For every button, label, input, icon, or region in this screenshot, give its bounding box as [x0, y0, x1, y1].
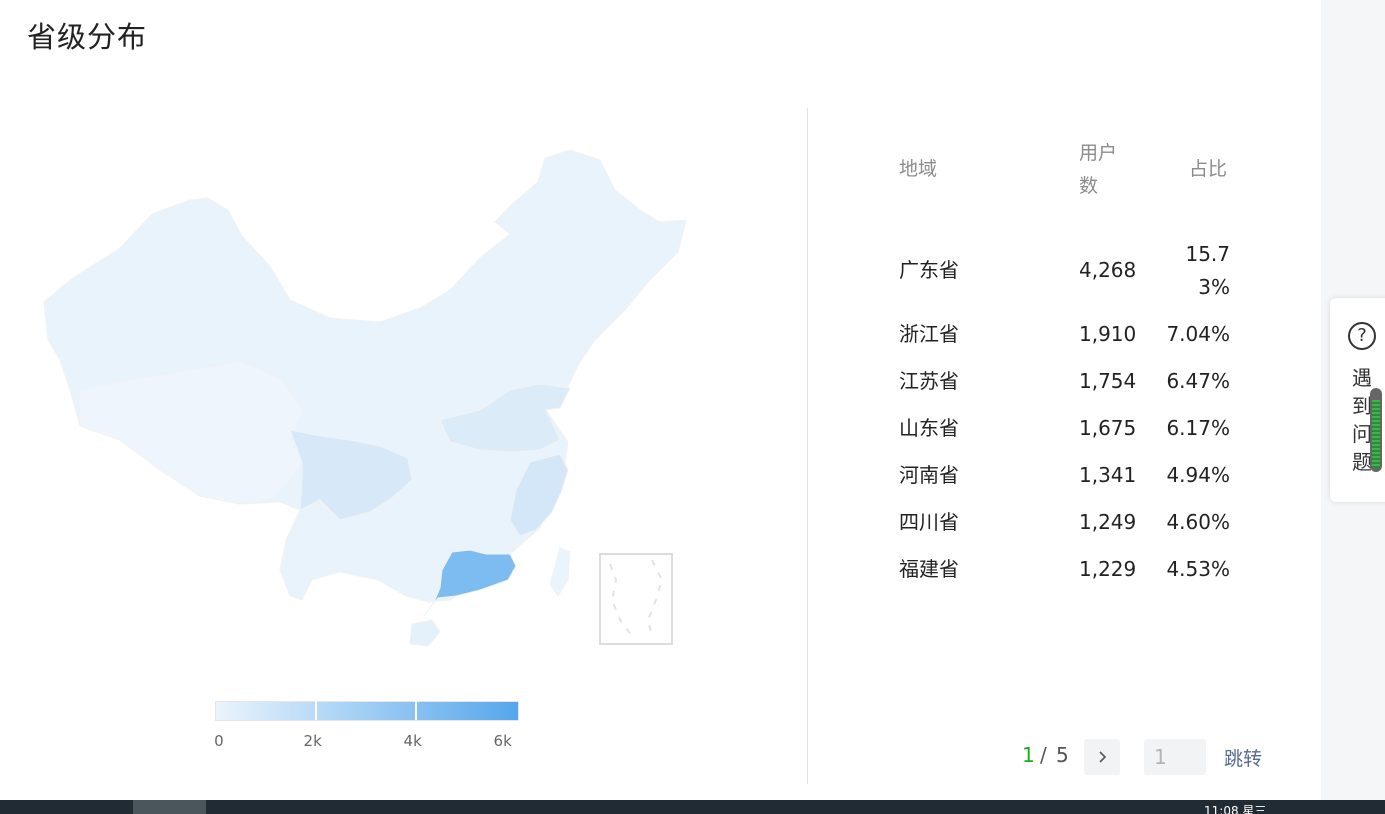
legend-label-0: 0: [214, 732, 224, 750]
color-legend: 0 2k 4k 6k: [214, 700, 519, 756]
table-row-users: 1,249: [1079, 510, 1137, 534]
help-scrollbar[interactable]: [1370, 388, 1382, 472]
chevron-right-icon: [1099, 751, 1107, 763]
table-row-ratio: 4.60%: [1166, 510, 1230, 534]
legend-label-6k: 6k: [493, 732, 512, 750]
china-map[interactable]: [40, 140, 700, 660]
table-row-ratio: 6.17%: [1166, 416, 1230, 440]
legend-label-4k: 4k: [403, 732, 422, 750]
map-region-taiwan: [549, 547, 571, 597]
pager-total-pages: 5: [1056, 743, 1069, 767]
legend-label-2k: 2k: [303, 732, 322, 750]
pager-jump-link[interactable]: 跳转: [1224, 744, 1262, 771]
header-region: 地域: [899, 158, 938, 180]
table-row-region: 河南省: [899, 463, 959, 487]
table-row-ratio-line2: 3%: [1198, 275, 1230, 299]
legend-tick: [415, 701, 417, 720]
taskbar-clock: 11:08 星三: [1204, 804, 1267, 814]
pager-page-input[interactable]: [1144, 739, 1206, 775]
legend-gradient-bar: [215, 701, 519, 721]
map-region-hainan: [409, 619, 441, 647]
table-row-ratio: 6.47%: [1166, 369, 1230, 393]
taskbar: 11:08 星三: [0, 800, 1385, 814]
table-row-region: 四川省: [899, 510, 959, 534]
pager-separator: /: [1040, 743, 1047, 767]
table-row-users: 1,675: [1079, 416, 1137, 440]
page: 省级分布 0 2k 4k 6k 地域 用户 数 占比 广东省 4,268 15.…: [0, 0, 1385, 814]
pager-next-button[interactable]: [1084, 739, 1120, 775]
taskbar-app-button[interactable]: [133, 800, 206, 814]
map-region-west: [79, 361, 303, 505]
table-row-users: 4,268: [1079, 258, 1137, 282]
table-row-users: 1,341: [1079, 463, 1137, 487]
china-map-svg: [43, 149, 687, 647]
legend-tick: [315, 701, 317, 720]
table-row-users: 1,229: [1079, 557, 1137, 581]
table-row-region: 广东省: [899, 258, 959, 282]
help-widget[interactable]: ? 遇到问题: [1330, 298, 1385, 502]
table-row-users: 1,910: [1079, 322, 1137, 346]
question-circle-icon: ?: [1348, 322, 1376, 350]
table-row-ratio: 7.04%: [1166, 322, 1230, 346]
header-ratio: 占比: [1189, 158, 1228, 180]
header-users-line1: 用户: [1079, 142, 1118, 164]
table-row-region: 山东省: [899, 416, 959, 440]
table-row-ratio-line1: 15.7: [1185, 242, 1230, 266]
south-china-sea-lines: [609, 559, 664, 637]
table-row-users: 1,754: [1079, 369, 1137, 393]
main-panel: 省级分布 0 2k 4k 6k 地域 用户 数 占比 广东省 4,268 15.…: [0, 0, 1321, 800]
map-outline: [43, 149, 687, 603]
table-row-ratio: 4.53%: [1166, 557, 1230, 581]
table-row-region: 浙江省: [899, 322, 959, 346]
panel-divider: [807, 108, 808, 784]
pager-current-page: 1: [1022, 743, 1035, 767]
table-row-region: 江苏省: [899, 369, 959, 393]
table-row-ratio: 4.94%: [1166, 463, 1230, 487]
page-title: 省级分布: [27, 20, 148, 54]
help-scrollbar-thumb[interactable]: [1372, 400, 1380, 468]
table-row-region: 福建省: [899, 557, 959, 581]
header-users-line2: 数: [1079, 175, 1099, 197]
